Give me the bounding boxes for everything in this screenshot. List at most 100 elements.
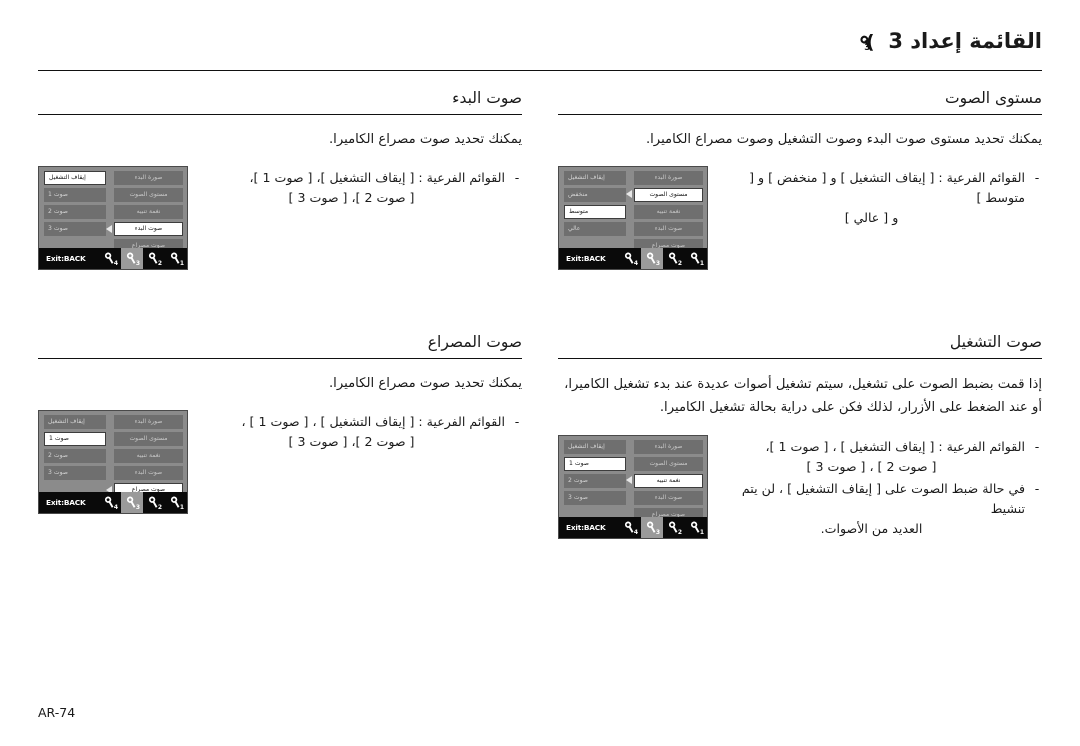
lcd-menu-item[interactable]: صورة البدء xyxy=(634,170,703,185)
wrench-3-icon[interactable]: 3 xyxy=(641,248,663,269)
bullet-line: القوائم الفرعية : [ إيقاف التشغيل ] ، [ … xyxy=(241,414,505,429)
bullet-dash: - xyxy=(1034,170,1040,185)
lcd-sub-item[interactable]: منخفض xyxy=(564,187,626,202)
lcd-sub-item[interactable]: صوت 3 xyxy=(564,491,626,506)
bullet-text: القوائم الفرعية : [ إيقاف التشغيل ]، [ ص… xyxy=(198,168,505,208)
section-row-top: مستوى الصوت يمكنك تحديد مستوى صوت البدء … xyxy=(38,88,1042,270)
section-title-volume: مستوى الصوت xyxy=(945,89,1042,107)
wrench-1-icon[interactable]: 1 xyxy=(165,492,187,513)
wrench-3-icon[interactable]: 3 xyxy=(121,248,143,269)
lcd-menu-item[interactable]: مستوى الصوت xyxy=(634,456,703,471)
wrench-1-icon[interactable]: 1 xyxy=(685,517,707,538)
tab-subscript: 4 xyxy=(633,260,638,267)
bullet-line: القوائم الفرعية : [ إيقاف التشغيل ] ، [ … xyxy=(765,439,1025,454)
lcd-sub-item-selected[interactable]: إيقاف التشغيل xyxy=(44,170,106,185)
lcd-row: نغمة تنبيه صوت 2 xyxy=(43,448,183,463)
lcd-row: صورة البدء إيقاف التشغيل xyxy=(43,170,183,185)
section-body-start-sound: - القوائم الفرعية : [ إيقاف التشغيل ]، [… xyxy=(38,166,522,270)
lcd-menu-item[interactable]: صوت البدء xyxy=(114,466,183,481)
page-title: القائمة إعداد 3 ( 3 ) xyxy=(855,26,1042,56)
wrench-4-icon[interactable]: 4 xyxy=(99,492,121,513)
lcd-sub-item[interactable]: صوت 2 xyxy=(44,204,106,219)
bullet-item: - القوائم الفرعية : [ إيقاف التشغيل ]، [… xyxy=(198,168,522,208)
lcd-menu-item[interactable]: صورة البدء xyxy=(114,414,183,429)
tab-subscript: 2 xyxy=(677,260,682,267)
lcd-menu-item[interactable]: مستوى الصوت xyxy=(114,431,183,446)
tab-subscript: 3 xyxy=(135,504,140,511)
caret-left-icon xyxy=(625,475,633,485)
wrench-4-icon[interactable]: 4 xyxy=(99,248,121,269)
section-operation-sound: صوت التشغيل إذا قمت بضبط الصوت على تشغيل… xyxy=(540,332,1042,541)
lcd-menu-item[interactable]: صوت البدء xyxy=(634,491,703,506)
lcd-tabs: 1 2 3 4 xyxy=(619,248,707,269)
lcd-menu-item-selected[interactable]: صوت البدء xyxy=(114,222,183,237)
lcd-sub-item[interactable]: صوت 3 xyxy=(44,466,106,481)
lcd-row: صورة البدء إيقاف التشغيل xyxy=(43,414,183,429)
lcd-sub-item[interactable]: صوت 3 xyxy=(44,222,106,237)
wrench-1-icon[interactable]: 1 xyxy=(685,248,707,269)
wrench-2-icon[interactable]: 2 xyxy=(663,248,685,269)
section-body-operation-sound: - القوائم الفرعية : [ إيقاف التشغيل ] ، … xyxy=(558,435,1042,541)
wrench-3-icon[interactable]: 3 xyxy=(121,492,143,513)
bullet-line: القوائم الفرعية : [ إيقاف التشغيل ]، [ ص… xyxy=(249,170,505,185)
tab-subscript: 3 xyxy=(135,260,140,267)
lcd-menu-item[interactable]: صوت البدء xyxy=(634,222,703,237)
bullet-text: في حالة ضبط الصوت على [ إيقاف التشغيل ] … xyxy=(718,479,1025,539)
bullet-line: [ صوت 2 ]، [ صوت 3 ] xyxy=(288,434,415,449)
lcd-row: نغمة تنبيه متوسط xyxy=(563,204,703,219)
lcd-menu-rows: صورة البدء إيقاف التشغيل مستوى الصوت منخ… xyxy=(563,170,703,254)
lcd-menu-item[interactable]: صورة البدء xyxy=(634,439,703,454)
wrench-2-icon[interactable]: 2 xyxy=(663,517,685,538)
tab-subscript: 1 xyxy=(699,260,704,267)
lcd-sub-item[interactable]: صوت 2 xyxy=(44,448,106,463)
wrench-3-icon: ( 3 ) xyxy=(855,31,881,53)
lcd-sub-item[interactable]: صوت 1 xyxy=(44,187,106,202)
lcd-tabs: 1 2 3 4 xyxy=(99,492,187,513)
bullet-dash: - xyxy=(514,170,520,185)
lcd-sub-item[interactable]: صوت 2 xyxy=(564,473,626,488)
lcd-tab-bar: 1 2 3 4 Exit:BACK xyxy=(39,492,187,513)
lcd-tab-bar: 1 2 3 4 Exit:BACK xyxy=(39,248,187,269)
lcd-menu-item[interactable]: نغمة تنبيه xyxy=(634,204,703,219)
wrench-1-icon[interactable]: 1 xyxy=(165,248,187,269)
lcd-sub-item[interactable]: إيقاف التشغيل xyxy=(44,414,106,429)
section-title-operation-sound: صوت التشغيل xyxy=(949,333,1042,351)
svg-text:(: ( xyxy=(855,31,856,53)
lcd-row: نغمة تنبيه صوت 2 xyxy=(43,204,183,219)
row-spacer xyxy=(38,270,1042,332)
wrench-4-icon[interactable]: 4 xyxy=(619,517,641,538)
wrench-3-icon[interactable]: 3 xyxy=(641,517,663,538)
lcd-row: مستوى الصوت صوت 1 xyxy=(43,187,183,202)
lcd-sub-item[interactable]: عالي xyxy=(564,222,626,237)
lcd-sub-item-selected[interactable]: متوسط xyxy=(564,204,626,219)
section-body-volume: - القوائم الفرعية : [ إيقاف التشغيل ] و … xyxy=(558,166,1042,270)
lcd-exit-label: Exit:BACK xyxy=(566,254,606,263)
lcd-menu-rows: صورة البدء إيقاف التشغيل مستوى الصوت صوت… xyxy=(43,170,183,254)
lcd-sub-item[interactable]: إيقاف التشغيل xyxy=(564,170,626,185)
section-row-bottom: صوت التشغيل إذا قمت بضبط الصوت على تشغيل… xyxy=(38,332,1042,541)
lcd-row: مستوى الصوت صوت 1 xyxy=(563,456,703,471)
wrench-2-icon[interactable]: 2 xyxy=(143,248,165,269)
tab-subscript: 2 xyxy=(157,504,162,511)
lcd-sub-item-selected[interactable]: صوت 1 xyxy=(564,456,626,471)
svg-text:): ) xyxy=(866,31,875,53)
bullet-text: القوائم الفرعية : [ إيقاف التشغيل ] ، [ … xyxy=(198,412,505,452)
bullet-dash: - xyxy=(1034,439,1040,454)
lcd-menu-item[interactable]: نغمة تنبيه xyxy=(114,448,183,463)
page-header: القائمة إعداد 3 ( 3 ) xyxy=(38,26,1042,74)
lcd-menu-item[interactable]: مستوى الصوت xyxy=(114,187,183,202)
lcd-menu-item-selected[interactable]: نغمة تنبيه xyxy=(634,473,703,488)
lcd-menu-item[interactable]: نغمة تنبيه xyxy=(114,204,183,219)
lcd-menu-item-selected[interactable]: مستوى الصوت xyxy=(634,187,703,202)
lcd-screenshot-shutter-sound: صورة البدء إيقاف التشغيل مستوى الصوت صوت… xyxy=(38,410,188,514)
wrench-4-icon[interactable]: 4 xyxy=(619,248,641,269)
lcd-screenshot-start-sound: صورة البدء إيقاف التشغيل مستوى الصوت صوت… xyxy=(38,166,188,270)
lcd-row: صورة البدء إيقاف التشغيل xyxy=(563,439,703,454)
lcd-sub-item-selected[interactable]: صوت 1 xyxy=(44,431,106,446)
bullet-item: - في حالة ضبط الصوت على [ إيقاف التشغيل … xyxy=(718,479,1042,539)
lcd-sub-item[interactable]: إيقاف التشغيل xyxy=(564,439,626,454)
tab-subscript: 4 xyxy=(113,504,118,511)
lcd-menu-item[interactable]: صورة البدء xyxy=(114,170,183,185)
wrench-2-icon[interactable]: 2 xyxy=(143,492,165,513)
tab-subscript: 4 xyxy=(633,529,638,536)
